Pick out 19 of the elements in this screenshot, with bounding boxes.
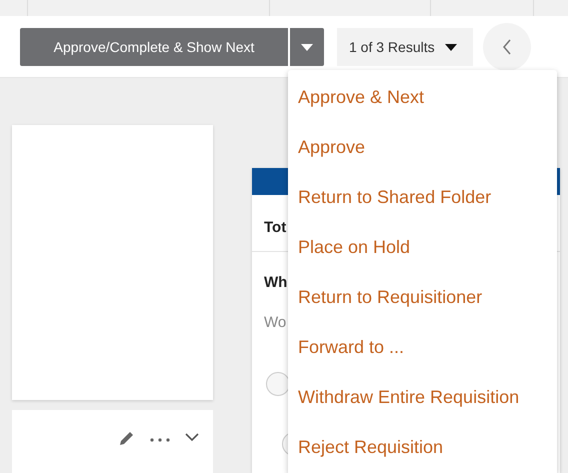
menu-item[interactable]: Place on Hold bbox=[288, 222, 557, 272]
approve-complete-button[interactable]: Approve/Complete & Show Next bbox=[20, 28, 288, 66]
caret-icon bbox=[444, 44, 457, 50]
menu-item[interactable]: Approve & Next bbox=[288, 72, 557, 122]
total-label: Tot bbox=[264, 219, 286, 236]
caret-icon bbox=[301, 44, 313, 50]
question-label: Wh bbox=[264, 274, 288, 291]
toggle-switch[interactable] bbox=[266, 372, 290, 396]
hint-text: Wo bbox=[264, 314, 286, 331]
results-dropdown[interactable]: 1 of 3 Results bbox=[337, 28, 473, 66]
pencil-icon[interactable] bbox=[119, 430, 135, 446]
menu-item[interactable]: Withdraw Entire Requisition bbox=[288, 372, 557, 422]
menu-item[interactable]: Return to Requisitioner bbox=[288, 272, 557, 322]
dropdown-button[interactable] bbox=[290, 28, 324, 66]
menu-item[interactable]: Reject Requisition bbox=[288, 422, 557, 472]
chevron-left-icon bbox=[502, 39, 512, 55]
menu-item[interactable]: Return to Shared Folder bbox=[288, 172, 557, 222]
menu-item[interactable]: Approve bbox=[288, 122, 557, 172]
menu-item[interactable]: Forward to ... bbox=[288, 322, 557, 372]
